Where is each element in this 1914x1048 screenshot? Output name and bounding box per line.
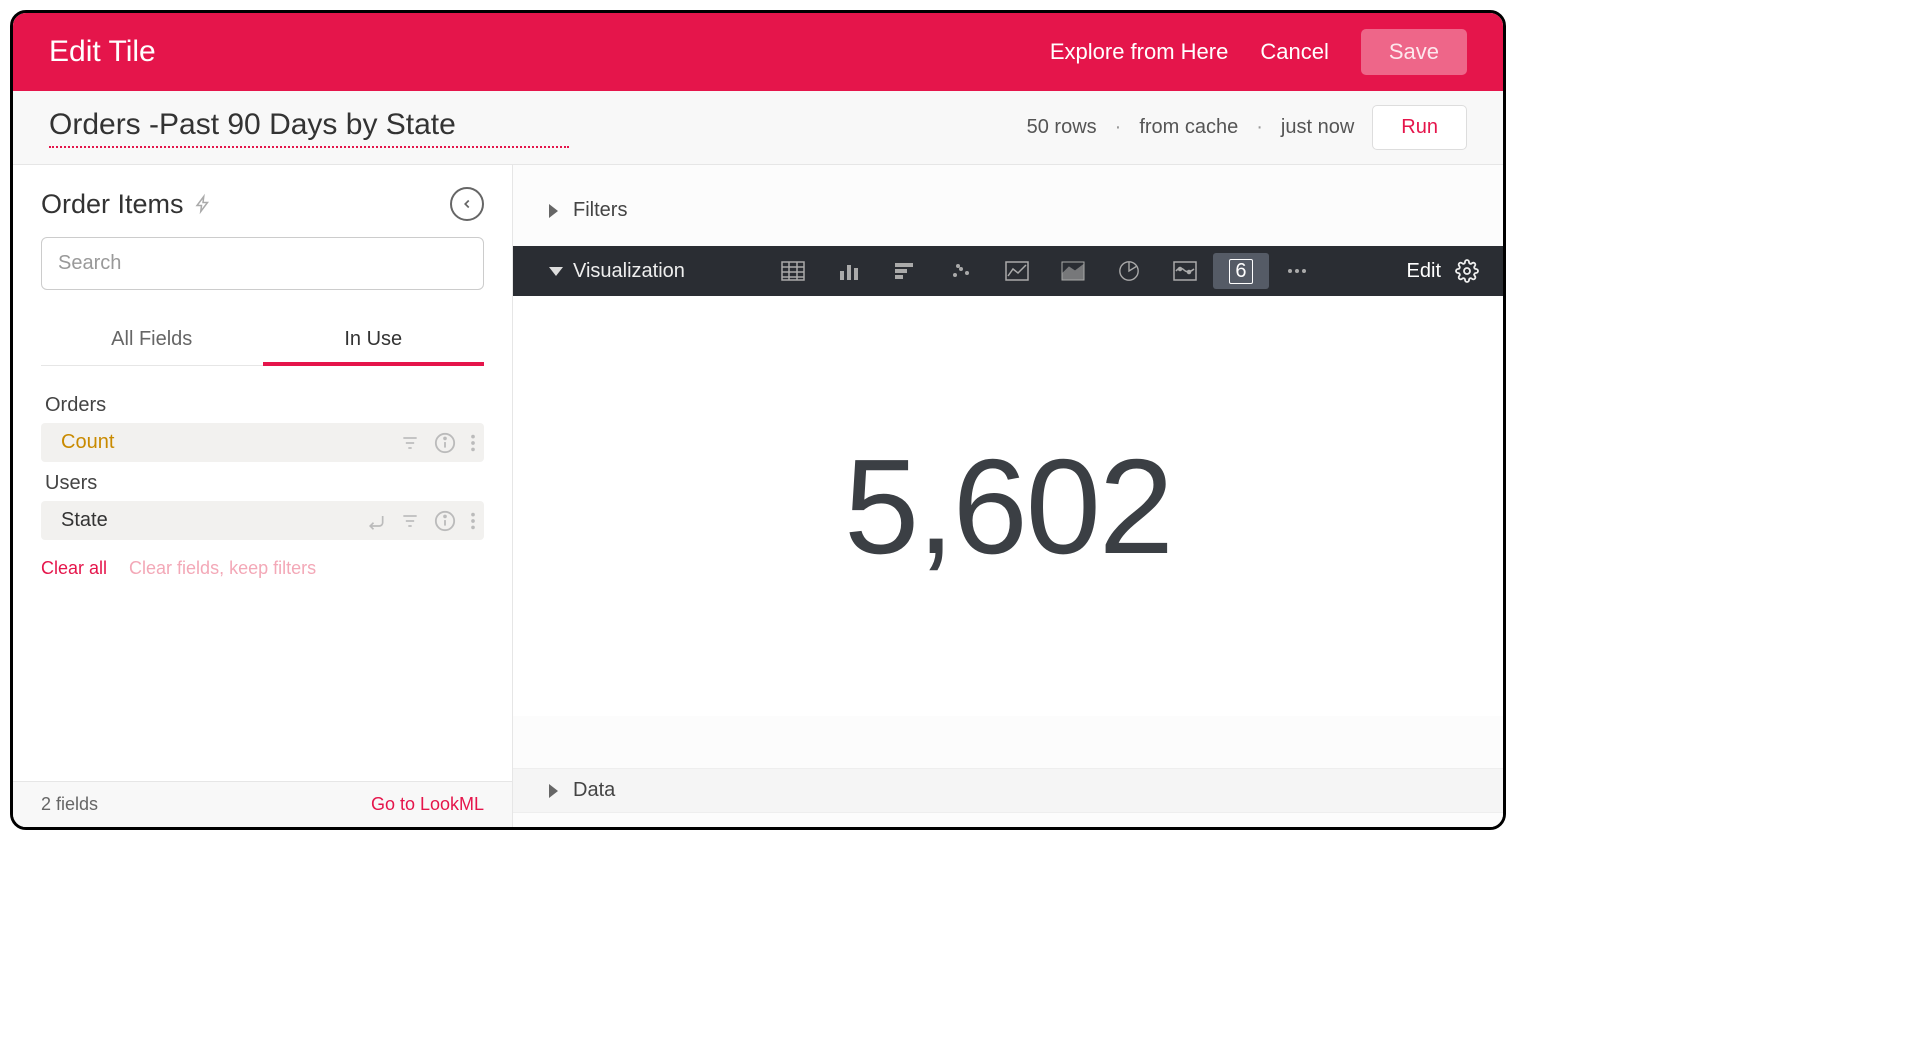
vis-area-icon[interactable] (1045, 253, 1101, 289)
info-icon[interactable] (434, 432, 456, 454)
row-count: 50 rows (1027, 116, 1097, 139)
info-icon[interactable] (434, 510, 456, 532)
data-label: Data (573, 779, 615, 802)
chevron-right-icon (549, 204, 558, 218)
field-groups: Orders Count (41, 384, 484, 781)
vis-line-icon[interactable] (989, 253, 1045, 289)
chevron-right-icon (549, 784, 558, 798)
fields-count: 2 fields (41, 794, 98, 815)
chevron-down-icon (549, 267, 563, 276)
pivot-icon[interactable] (366, 511, 386, 531)
modal-title: Edit Tile (49, 35, 156, 69)
vis-more-icon[interactable] (1269, 253, 1325, 289)
sidebar-footer: 2 fields Go to LookML (13, 781, 512, 827)
visualization-label: Visualization (573, 260, 685, 283)
clear-all-link[interactable]: Clear all (41, 558, 107, 579)
save-button[interactable]: Save (1361, 29, 1467, 75)
single-value-number: 5,602 (844, 429, 1172, 584)
vis-type-icons: 6 (765, 253, 1325, 289)
separator-dot: · (1115, 116, 1122, 139)
vis-edit-button[interactable]: Edit (1407, 260, 1441, 283)
separator-dot: · (1256, 116, 1263, 139)
last-run-time: just now (1281, 116, 1354, 139)
explore-name: Order Items (41, 189, 184, 220)
filters-panel-header[interactable]: Filters (513, 189, 1503, 232)
group-label-orders: Orders (45, 394, 484, 417)
field-tabs: All Fields In Use (41, 318, 484, 366)
gear-icon[interactable] (1455, 259, 1479, 283)
main-panel: Filters Visualization (513, 165, 1503, 827)
vis-map-icon[interactable] (1157, 253, 1213, 289)
query-status: 50 rows · from cache · just now Run (1027, 105, 1467, 150)
data-panel-header[interactable]: Data (513, 768, 1503, 813)
modal-body: Order Items All Fields In Use Order (13, 165, 1503, 827)
tile-subheader: Orders -Past 90 Days by State 50 rows · … (13, 91, 1503, 165)
more-icon[interactable] (470, 432, 476, 454)
vis-bar-icon[interactable] (877, 253, 933, 289)
explore-header: Order Items (41, 187, 484, 221)
explore-from-here-link[interactable]: Explore from Here (1050, 39, 1229, 65)
search-input[interactable] (41, 237, 484, 290)
vis-scatter-icon[interactable] (933, 253, 989, 289)
more-icon[interactable] (470, 510, 476, 532)
run-button[interactable]: Run (1372, 105, 1467, 150)
vis-table-icon[interactable] (765, 253, 821, 289)
vis-pie-icon[interactable] (1101, 253, 1157, 289)
visualization-canvas: 5,602 (513, 296, 1503, 716)
modal-header: Edit Tile Explore from Here Cancel Save (13, 13, 1503, 91)
bolt-icon[interactable] (194, 191, 212, 217)
field-row-count[interactable]: Count (41, 423, 484, 462)
vis-column-icon[interactable] (821, 253, 877, 289)
header-actions: Explore from Here Cancel Save (1050, 29, 1467, 75)
filter-icon[interactable] (400, 433, 420, 453)
cache-status: from cache (1139, 116, 1238, 139)
tab-in-use[interactable]: In Use (263, 318, 485, 365)
field-row-state[interactable]: State (41, 501, 484, 540)
filters-label: Filters (573, 199, 627, 222)
edit-tile-modal: Edit Tile Explore from Here Cancel Save … (10, 10, 1506, 830)
collapse-sidebar-button[interactable] (450, 187, 484, 221)
visualization-panel-header[interactable]: Visualization (513, 246, 1503, 296)
field-name: State (61, 509, 366, 532)
filter-icon[interactable] (400, 511, 420, 531)
tab-all-fields[interactable]: All Fields (41, 318, 263, 365)
group-label-users: Users (45, 472, 484, 495)
vis-single-value-icon[interactable]: 6 (1213, 253, 1269, 289)
clear-keep-filters-link[interactable]: Clear fields, keep filters (129, 558, 316, 579)
cancel-button[interactable]: Cancel (1260, 39, 1328, 65)
clear-row: Clear all Clear fields, keep filters (41, 558, 484, 579)
field-name: Count (61, 431, 400, 454)
field-picker-sidebar: Order Items All Fields In Use Order (13, 165, 513, 827)
tile-title-input[interactable]: Orders -Past 90 Days by State (49, 108, 569, 148)
go-to-lookml-link[interactable]: Go to LookML (371, 794, 484, 815)
